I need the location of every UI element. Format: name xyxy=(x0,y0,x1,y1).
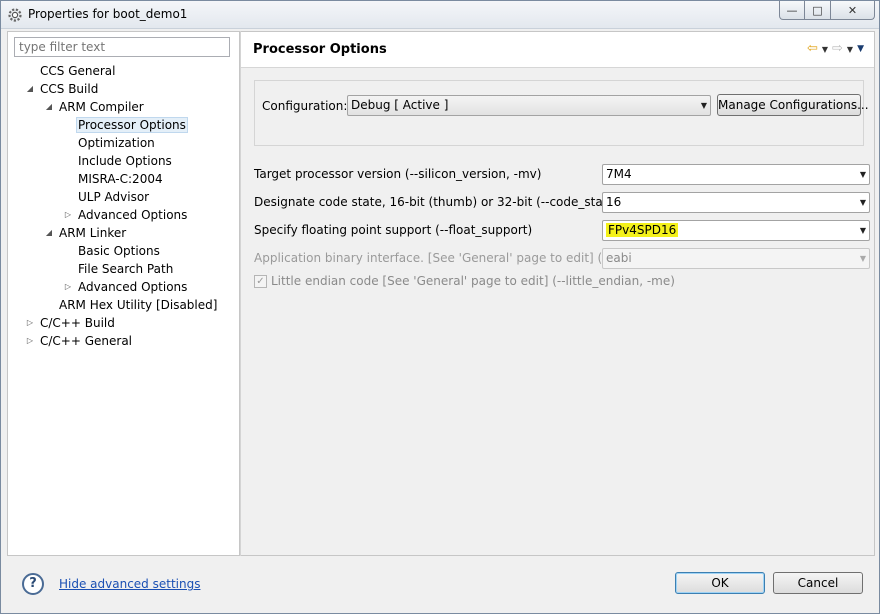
tree-item[interactable]: MISRA-C:2004 xyxy=(76,170,165,188)
option-value: eabi xyxy=(606,251,632,265)
tree-item[interactable]: Include Options xyxy=(76,152,174,170)
manage-configurations-button[interactable]: Manage Configurations... xyxy=(717,94,869,116)
expand-arrow-icon[interactable]: ▷ xyxy=(63,206,73,224)
tree-item-label: CCS Build xyxy=(40,82,99,96)
maximize-button[interactable]: □ xyxy=(805,1,831,20)
tree-item-label: Advanced Options xyxy=(78,208,188,222)
tree-item-label: File Search Path xyxy=(78,262,174,276)
option-select[interactable]: FPv4SPD16 ▼ xyxy=(602,220,870,241)
tree-item[interactable]: File Search Path xyxy=(76,260,175,278)
tree-item[interactable]: Basic Options xyxy=(76,242,162,260)
tree-item-label: Advanced Options xyxy=(78,280,188,294)
expand-arrow-icon[interactable]: ▷ xyxy=(25,332,35,350)
properties-dialog: Properties for boot_demo1 — □ ✕ CCS Gene… xyxy=(0,0,880,614)
tree-item-label: C/C++ General xyxy=(40,334,133,348)
tree-item[interactable]: ARM Hex Utility [Disabled] xyxy=(57,296,219,314)
chevron-down-icon: ▼ xyxy=(700,101,707,110)
page-header: Processor Options ⇦ ▼ ⇨ ▼ ▼ xyxy=(241,32,874,68)
tree-item-label: Optimization xyxy=(78,136,155,150)
help-button[interactable]: ? xyxy=(22,573,44,595)
close-button[interactable]: ✕ xyxy=(831,1,875,20)
option-label: Specify floating point support (--float_… xyxy=(254,223,533,237)
collapse-arrow-icon[interactable]: ◢ xyxy=(44,224,54,242)
chevron-down-icon[interactable]: ▼ xyxy=(822,45,828,54)
chevron-down-icon: ▼ xyxy=(859,254,866,263)
chevron-down-icon: ▼ xyxy=(859,170,866,179)
configuration-label: Configuration: xyxy=(262,99,348,113)
configuration-value: Debug [ Active ] xyxy=(351,98,449,112)
little-endian-row: ✓ Little endian code [See 'General' page… xyxy=(254,274,675,288)
chevron-down-icon: ▼ xyxy=(859,226,866,235)
tree-item[interactable]: ◢ CCS Build xyxy=(27,80,100,98)
maximize-icon: □ xyxy=(812,3,823,17)
option-select: eabi ▼ xyxy=(602,248,870,269)
tree-item[interactable]: Processor Options xyxy=(76,116,188,134)
window-controls: — □ ✕ xyxy=(779,1,875,21)
expand-arrow-icon[interactable]: ▷ xyxy=(25,314,35,332)
tree-item-label: ULP Advisor xyxy=(78,190,150,204)
option-label: Target processor version (--silicon_vers… xyxy=(254,167,542,181)
title-bar: Properties for boot_demo1 — □ ✕ xyxy=(1,1,879,29)
option-select[interactable]: 16 ▼ xyxy=(602,192,870,213)
hide-advanced-settings-link[interactable]: Hide advanced settings xyxy=(59,577,200,591)
tree-item[interactable]: ▷ Advanced Options xyxy=(65,206,189,224)
option-label: Designate code state, 16-bit (thumb) or … xyxy=(254,195,620,209)
settings-pane: Processor Options ⇦ ▼ ⇨ ▼ ▼ Configuratio… xyxy=(241,31,875,556)
tree-item[interactable]: ▷ Advanced Options xyxy=(65,278,189,296)
tree-item-label: Include Options xyxy=(78,154,172,168)
tree-item[interactable]: ◢ ARM Linker xyxy=(46,224,128,242)
tree-item-label: Processor Options xyxy=(76,117,188,133)
collapse-arrow-icon[interactable]: ◢ xyxy=(44,98,54,116)
tree-item-label: ARM Hex Utility [Disabled] xyxy=(59,298,218,312)
page-navigation: ⇦ ▼ ⇨ ▼ ▼ xyxy=(807,42,864,56)
forward-arrow-icon[interactable]: ⇨ xyxy=(832,42,843,56)
window-title: Properties for boot_demo1 xyxy=(28,7,188,21)
tree-item[interactable]: ◢ ARM Compiler xyxy=(46,98,146,116)
little-endian-label: Little endian code [See 'General' page t… xyxy=(271,274,675,288)
option-value: FPv4SPD16 xyxy=(606,223,679,237)
back-arrow-icon[interactable]: ⇦ xyxy=(807,42,818,56)
option-value: 16 xyxy=(606,195,622,209)
tree-item[interactable]: ▷ C/C++ Build xyxy=(27,314,117,332)
chevron-down-icon: ▼ xyxy=(859,198,866,207)
filter-input[interactable] xyxy=(14,37,230,57)
tree-item-label: MISRA-C:2004 xyxy=(78,172,163,186)
close-icon: ✕ xyxy=(847,3,858,17)
tree-item[interactable]: ULP Advisor xyxy=(76,188,151,206)
configuration-select[interactable]: Debug [ Active ] ▼ xyxy=(347,95,711,116)
collapse-arrow-icon[interactable]: ◢ xyxy=(25,80,35,98)
gear-icon xyxy=(8,8,22,22)
little-endian-checkbox[interactable]: ✓ xyxy=(254,274,267,288)
minimize-icon: — xyxy=(786,3,798,17)
tree-item[interactable]: Optimization xyxy=(76,134,157,152)
chevron-down-icon[interactable]: ▼ xyxy=(847,45,853,54)
option-value: 7M4 xyxy=(606,167,632,181)
navigation-pane: CCS General ◢ CCS Build ◢ ARM Compiler Proces… xyxy=(7,31,239,556)
page-title: Processor Options xyxy=(253,42,387,57)
tree-item-label: ARM Linker xyxy=(59,226,127,240)
cancel-button[interactable]: Cancel xyxy=(773,572,863,594)
configuration-group: Configuration: Debug [ Active ] ▼ Manage… xyxy=(254,80,869,146)
tree-item-label: CCS General xyxy=(40,64,116,78)
ok-button[interactable]: OK xyxy=(675,572,765,594)
tree-item-label: Basic Options xyxy=(78,244,160,258)
view-menu-icon[interactable]: ▼ xyxy=(857,44,864,54)
tree-item-label: ARM Compiler xyxy=(59,100,144,114)
tree-item-label: C/C++ Build xyxy=(40,316,115,330)
tree-item[interactable]: ▷ C/C++ General xyxy=(27,332,134,350)
option-select[interactable]: 7M4 ▼ xyxy=(602,164,870,185)
expand-arrow-icon[interactable]: ▷ xyxy=(63,278,73,296)
option-label: Application binary interface. [See 'Gene… xyxy=(254,251,634,265)
minimize-button[interactable]: — xyxy=(779,1,805,20)
tree-item[interactable]: CCS General xyxy=(38,62,117,80)
